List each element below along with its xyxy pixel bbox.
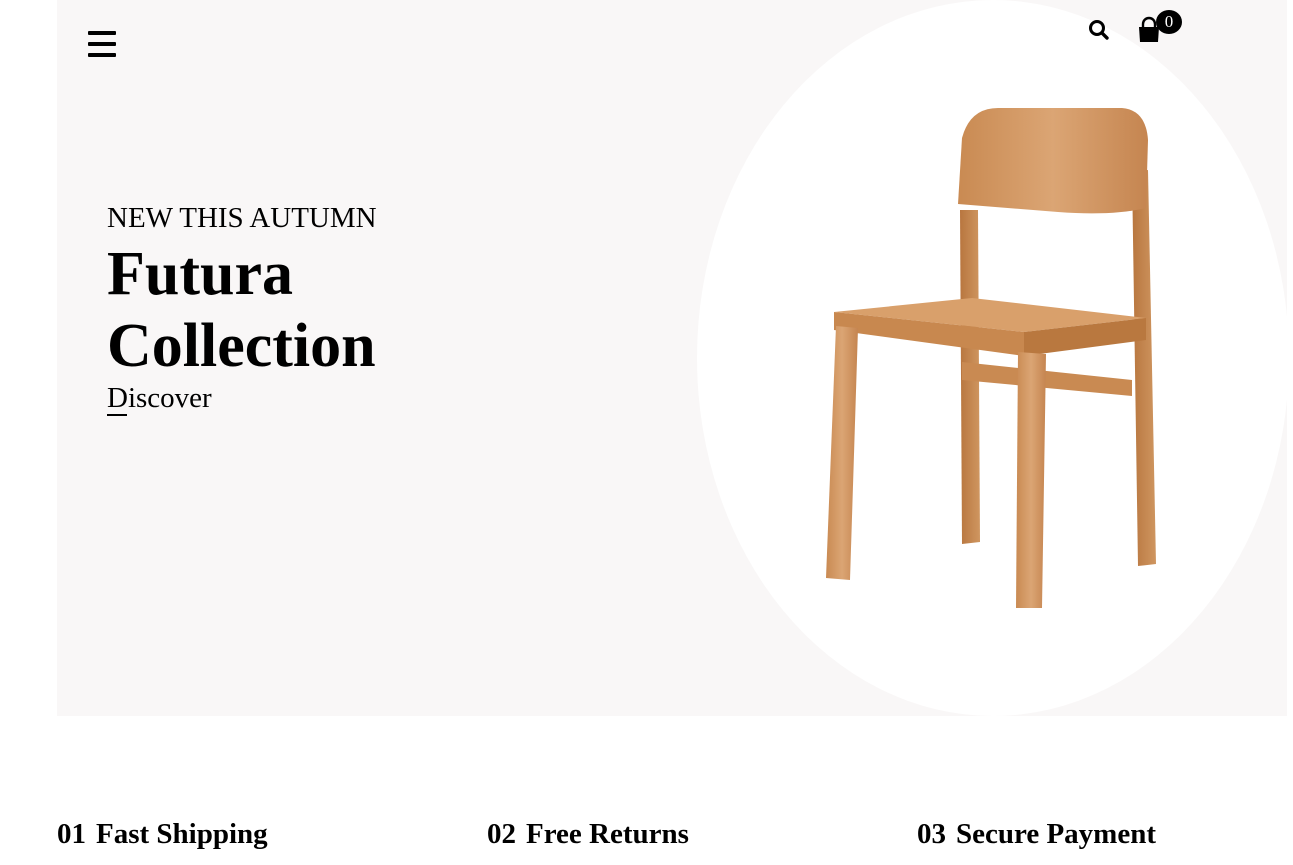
cart-count-badge: 0 (1156, 10, 1182, 34)
hero-title-line1: Futura (107, 240, 293, 308)
feature-secure-payment: 03 Secure Payment (917, 816, 1156, 852)
wooden-chair-image (826, 108, 1156, 608)
feature-label: Fast Shipping (96, 818, 268, 850)
feature-label: Secure Payment (956, 818, 1156, 850)
hero-kicker: NEW THIS AUTUMN (107, 202, 377, 234)
hero-title: Futura Collection (107, 238, 376, 382)
feature-free-returns: 02 Free Returns (487, 816, 689, 852)
feature-number: 03 (917, 818, 946, 850)
hero-title-line2: Collection (107, 312, 376, 380)
feature-number: 02 (487, 818, 516, 850)
hamburger-menu-icon[interactable] (88, 31, 116, 57)
feature-fast-shipping: 01 Fast Shipping (57, 816, 268, 852)
search-icon[interactable] (1087, 18, 1111, 42)
feature-label: Free Returns (526, 818, 689, 850)
discover-link[interactable]: Discover (107, 381, 212, 416)
feature-number: 01 (57, 818, 86, 850)
